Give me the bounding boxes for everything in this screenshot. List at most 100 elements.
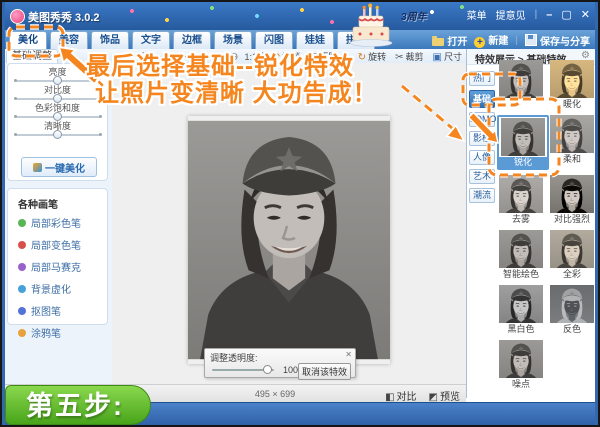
minimize-icon[interactable]: –	[546, 9, 552, 21]
brush-item[interactable]: 抠图笔	[18, 303, 107, 318]
plus-icon: +	[474, 37, 485, 48]
slider-track[interactable]	[16, 80, 100, 82]
effect-item[interactable]: 锐化	[497, 115, 549, 170]
nav-tab[interactable]: 饰品	[91, 31, 129, 49]
slider-thumb[interactable]	[53, 94, 62, 103]
resize-button[interactable]: ▣尺寸	[433, 50, 462, 63]
one-click-beautify-button[interactable]: 一键美化	[21, 157, 97, 177]
create-button[interactable]: +新建	[474, 32, 508, 48]
brush-pen-icon	[18, 263, 26, 271]
effect-label: 对比强烈	[547, 214, 597, 225]
effect-thumbnail	[499, 340, 543, 378]
anniversary-cake-icon	[348, 3, 398, 48]
brush-item[interactable]: 局部变色笔	[18, 237, 107, 252]
adjust-slider: 色彩饱和度	[8, 103, 107, 118]
effects-panel: 特效展示 > 基础特效 ⚙ 热门基础LOMO影楼人像艺术潮流 暖化锐化柔和去雾对…	[466, 49, 596, 398]
effect-item[interactable]: 反色	[547, 285, 597, 335]
brush-item[interactable]: 局部马赛克	[18, 259, 107, 274]
zoom-slider-thumb[interactable]	[140, 52, 149, 61]
brush-pen-icon	[18, 285, 26, 293]
zoom-out-icon[interactable]: ⊖	[124, 51, 133, 63]
effect-category[interactable]: 潮流	[469, 188, 495, 203]
effect-item[interactable]: 全彩	[547, 230, 597, 280]
brush-pen-icon	[18, 241, 26, 249]
nav-tab[interactable]: 美容	[50, 31, 88, 49]
effect-label: 柔和	[547, 154, 597, 165]
slider-thumb[interactable]	[53, 112, 62, 121]
nav-tab[interactable]: 闪图	[255, 31, 293, 49]
brush-item[interactable]: 涂鸦笔	[18, 325, 107, 340]
opacity-popup: 调整透明度: ✕ 100% 取消该特效	[204, 348, 356, 378]
effect-categories: 热门基础 LOMO 影楼人像艺术潮流	[469, 71, 495, 203]
slider-track[interactable]	[16, 98, 100, 100]
cancel-effect-button[interactable]: 取消该特效	[298, 363, 351, 380]
adjust-slider: 对比度	[8, 85, 107, 100]
compare-button[interactable]: ◧对比	[385, 388, 416, 403]
crop-button[interactable]: ✂裁剪	[395, 50, 423, 63]
open-button[interactable]: 打开	[432, 33, 467, 48]
undo-button[interactable]: ↶撤销	[272, 50, 300, 63]
original-button[interactable]: ↺原图	[309, 50, 337, 63]
adjust-panel: 亮度对比度色彩饱和度清晰度 一键美化 各种画笔 局部彩色笔局部变色笔局部马赛克背…	[5, 63, 112, 384]
effect-item[interactable]: 黑白色	[496, 285, 546, 335]
brush-label: 抠图笔	[31, 303, 61, 318]
brush-label: 背景虚化	[31, 281, 71, 296]
effect-thumbnail	[499, 175, 543, 213]
brushes-title: 各种画笔	[18, 196, 107, 211]
effect-category[interactable]: 热门	[469, 71, 495, 86]
zoom-ratio-button[interactable]: 1:1尺寸	[244, 50, 275, 63]
effects-grid: 暖化锐化柔和去雾对比强烈智能绘色全彩黑白色反色噪点	[496, 60, 597, 390]
tab-basic-adjust[interactable]: 基础调整	[6, 49, 58, 64]
brush-pen-icon	[18, 329, 26, 337]
basic-adjust-box: 亮度对比度色彩饱和度清晰度 一键美化	[7, 63, 108, 181]
effect-label: 智能绘色	[496, 269, 546, 280]
brush-item[interactable]: 局部彩色笔	[18, 215, 107, 230]
menu-button[interactable]: 菜单	[467, 7, 487, 22]
effect-item[interactable]	[496, 60, 546, 110]
save-disk-icon	[525, 34, 537, 46]
effect-category[interactable]: 艺术	[469, 169, 495, 184]
app-logo-icon	[10, 9, 25, 24]
preview-button[interactable]: ◩预览	[429, 388, 460, 403]
photo-image	[188, 116, 390, 364]
nav-tab[interactable]: 文字	[132, 31, 170, 49]
undo-icon: ↶	[272, 52, 280, 63]
effect-label: 暖化	[547, 99, 597, 110]
effect-category[interactable]: 基础	[469, 90, 495, 108]
opacity-slider-thumb[interactable]	[263, 365, 272, 374]
save-share-button[interactable]: 保存与分享	[525, 33, 590, 48]
brush-label: 涂鸦笔	[31, 325, 61, 340]
effect-item[interactable]: 噪点	[496, 340, 546, 390]
adjust-slider: 清晰度	[8, 121, 107, 136]
app-title: 美图秀秀 3.0.2	[28, 9, 100, 25]
zoom-slider[interactable]	[137, 56, 225, 58]
effect-category[interactable]: 影楼	[469, 131, 495, 146]
zoom-in-icon[interactable]: ⊕	[229, 51, 238, 63]
slider-thumb[interactable]	[53, 130, 62, 139]
nav-tab[interactable]: 边框	[173, 31, 211, 49]
rotate-button[interactable]: ↻旋转	[358, 50, 386, 63]
brush-label: 局部马赛克	[31, 259, 81, 274]
effect-item[interactable]: 柔和	[547, 115, 597, 170]
slider-track[interactable]	[16, 134, 100, 136]
restore-icon[interactable]: ▢	[561, 8, 571, 21]
slider-track[interactable]	[16, 116, 100, 118]
feedback-button[interactable]: 提意见	[496, 7, 526, 22]
nav-tab[interactable]: 娃娃	[296, 31, 334, 49]
slider-thumb[interactable]	[53, 76, 62, 85]
effect-category[interactable]: LOMO	[469, 112, 495, 127]
photo-canvas[interactable]: 调整透明度: ✕ 100% 取消该特效	[112, 63, 466, 384]
effect-item[interactable]: 对比强烈	[547, 175, 597, 225]
sliders: 亮度对比度色彩饱和度清晰度	[8, 67, 107, 136]
effect-item[interactable]: 暖化	[547, 60, 597, 110]
nav-tab[interactable]: 美化	[9, 31, 47, 49]
effect-category[interactable]: 人像	[469, 150, 495, 165]
opacity-slider[interactable]	[212, 369, 274, 371]
effect-item[interactable]: 智能绘色	[496, 230, 546, 280]
effect-item[interactable]: 去雾	[496, 175, 546, 225]
close-icon[interactable]: ✕	[581, 8, 590, 21]
brush-item[interactable]: 背景虚化	[18, 281, 107, 296]
nav-tab[interactable]: 场景	[214, 31, 252, 49]
popup-close-icon[interactable]: ✕	[345, 350, 352, 359]
adjust-slider: 亮度	[8, 67, 107, 82]
